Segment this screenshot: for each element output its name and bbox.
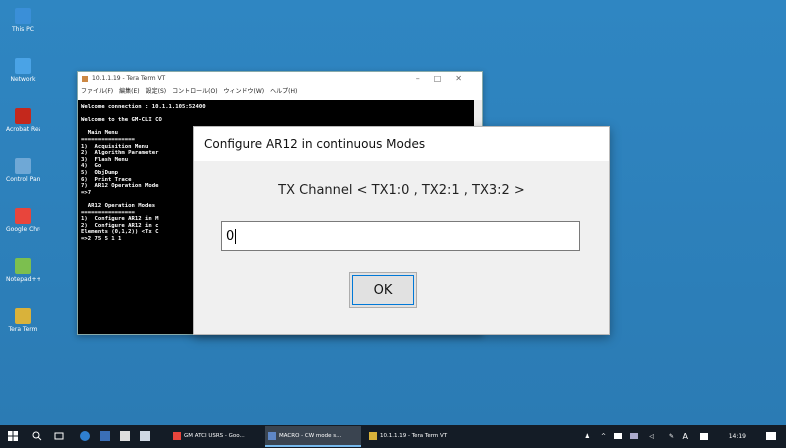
volume-icon[interactable]: ◁	[649, 425, 654, 448]
task-view-icon[interactable]	[54, 431, 64, 441]
configure-dialog: Configure AR12 in continuous Modes TX Ch…	[193, 126, 610, 335]
taskbar-app-button[interactable]: MACRO - CW mode s...	[265, 426, 361, 447]
taskbar: GM ATCI USRS - Goo... MACRO - CW mode s..…	[0, 425, 786, 448]
app-icon	[15, 208, 31, 224]
desktop-icon-label: Google Chrome	[6, 226, 40, 233]
desktop-icon[interactable]: Control Panel	[6, 158, 40, 183]
store-icon[interactable]	[120, 431, 130, 441]
window-controls[interactable]: –□✕	[416, 72, 476, 86]
desktop-icon-label: Acrobat Reader DC	[6, 126, 40, 133]
terminal-menubar: ファイル(F) 編集(E) 設定(S) コントロール(O) ウィンドウ(W) ヘルプ(H)	[78, 86, 482, 98]
menu-item[interactable]: ファイル(F)	[81, 88, 113, 95]
ok-button[interactable]: OK	[349, 272, 417, 308]
taskbar-app-button[interactable]: GM ATCI USRS - Goo...	[170, 426, 262, 447]
chevron-up-icon[interactable]: ^	[601, 425, 606, 448]
taskbar-app-label: MACRO - CW mode s...	[279, 433, 342, 439]
app-icon	[369, 432, 377, 440]
desktop-icon[interactable]: Acrobat Reader DC	[6, 108, 40, 133]
app-icon	[15, 8, 31, 24]
desktop-icon[interactable]: Notepad++ Shortcut	[6, 258, 40, 283]
file-explorer-icon[interactable]	[100, 431, 110, 441]
menu-item[interactable]: ヘルプ(H)	[270, 88, 297, 95]
battery-icon[interactable]	[614, 433, 622, 439]
edge-icon[interactable]	[80, 431, 90, 441]
pen-icon[interactable]: ✎	[669, 425, 674, 448]
desktop-icon-label: Network	[10, 76, 36, 83]
app-icon	[15, 158, 31, 174]
app-icon	[15, 308, 31, 324]
app-icon	[268, 432, 276, 440]
desktop-icon[interactable]: This PC	[6, 8, 40, 33]
app-icon	[173, 432, 181, 440]
text-caret	[235, 229, 237, 244]
app-icon	[15, 108, 31, 124]
input-value: 0	[226, 229, 235, 244]
taskbar-app-button[interactable]: 10.1.1.19 - Tera Term VT	[366, 426, 462, 447]
terminal-line: Welcome to the GM-CLI CO	[81, 117, 162, 124]
clock[interactable]: 14:19	[729, 425, 746, 448]
dialog-prompt: TX Channel < TX1:0 , TX2:1 , TX3:2 >	[278, 183, 525, 198]
desktop-icon-label: This PC	[12, 26, 34, 33]
menu-item[interactable]: 編集(E)	[119, 88, 139, 95]
windows-start-icon[interactable]	[8, 431, 18, 441]
app-icon	[15, 258, 31, 274]
desktop-icon[interactable]: Network	[6, 58, 40, 83]
ime-indicator[interactable]: A	[683, 425, 688, 448]
desktop-icon-label: Tera Term	[8, 326, 38, 333]
desktop-icon[interactable]: Tera Term	[6, 308, 40, 333]
terminal-title: 10.1.1.19 - Tera Term VT	[92, 75, 166, 82]
search-icon[interactable]	[32, 431, 42, 441]
menu-item[interactable]: 設定(S)	[146, 88, 167, 95]
taskbar-app-label: 10.1.1.19 - Tera Term VT	[380, 433, 448, 439]
network-icon[interactable]	[630, 433, 638, 439]
desktop: This PC Network Acrobat Reader DC Control P…	[0, 0, 786, 425]
taskbar-app-label: GM ATCI USRS - Goo...	[184, 433, 245, 439]
focus-ring	[352, 275, 414, 305]
desktop-icon-label: Notepad++ Shortcut	[6, 276, 40, 283]
dialog-title: Configure AR12 in continuous Modes	[194, 127, 609, 161]
notification-icon[interactable]	[766, 432, 776, 440]
mail-icon[interactable]	[140, 431, 150, 441]
desktop-icon-label: Control Panel	[6, 176, 40, 183]
desktop-icon[interactable]: Google Chrome	[6, 208, 40, 233]
app-icon	[15, 58, 31, 74]
teraterm-icon	[82, 76, 88, 82]
keyboard-icon[interactable]	[700, 433, 708, 440]
menu-item[interactable]: コントロール(O)	[172, 88, 217, 95]
tx-channel-input[interactable]: 0	[221, 221, 580, 251]
people-icon[interactable]: ♟	[585, 425, 590, 448]
menu-item[interactable]: ウィンドウ(W)	[224, 88, 265, 95]
terminal-titlebar[interactable]: 10.1.1.19 - Tera Term VT –□✕	[78, 72, 482, 86]
terminal-line: Welcome connection : 10.1.1.105:52400	[81, 104, 206, 110]
